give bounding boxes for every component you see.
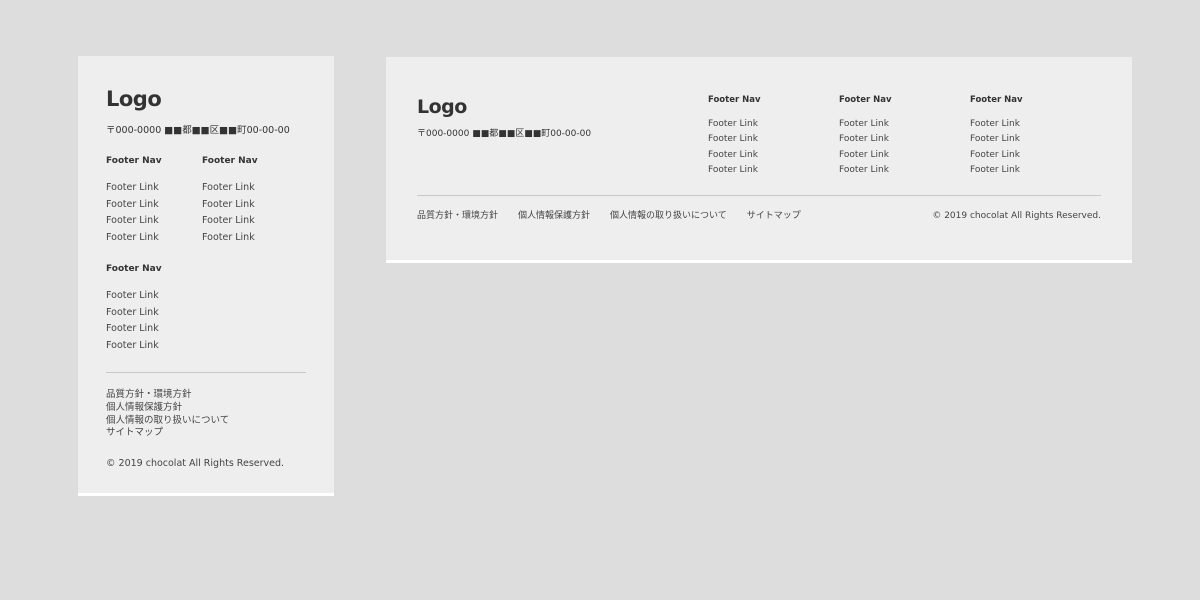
policy-link-sitemap[interactable]: サイトマップ	[747, 210, 801, 222]
footer-logo[interactable]: Logo	[417, 95, 591, 119]
footer-link[interactable]: Footer Link	[106, 180, 202, 197]
footer-link[interactable]: Footer Link	[839, 132, 959, 147]
footer-link[interactable]: Footer Link	[970, 132, 1090, 147]
footer-link[interactable]: Footer Link	[202, 230, 298, 247]
footer-nav-title: Footer Nav	[202, 156, 258, 166]
footer-link[interactable]: Footer Link	[202, 197, 298, 214]
footer-link[interactable]: Footer Link	[970, 163, 1090, 178]
footer-nav-title: Footer Nav	[106, 156, 162, 166]
footer-nav-title: Footer Nav	[708, 95, 761, 105]
footer-nav-row: Footer Nav Footer Link Footer Link Foote…	[106, 154, 306, 246]
policy-link-personal-info[interactable]: 個人情報の取り扱いについて	[610, 210, 727, 222]
footer-bottom: 品質方針・環境方針 個人情報保護方針 個人情報の取り扱いについて サイトマップ …	[417, 196, 1101, 236]
footer-policy-links: 品質方針・環境方針 個人情報保護方針 個人情報の取り扱いについて サイトマップ	[417, 210, 821, 222]
footer-policy-links: 品質方針・環境方針 個人情報保護方針 個人情報の取り扱いについて サイトマップ	[106, 389, 306, 440]
footer-link[interactable]: Footer Link	[106, 230, 202, 247]
footer-nav-row: Footer Nav Footer Link Footer Link Foote…	[106, 262, 306, 354]
policy-link-quality[interactable]: 品質方針・環境方針	[106, 389, 306, 402]
footer-link[interactable]: Footer Link	[202, 213, 298, 230]
footer-link[interactable]: Footer Link	[106, 338, 202, 355]
footer-link[interactable]: Footer Link	[970, 148, 1090, 163]
footer-address: 〒000-0000 ■■都■■区■■町00-00-00	[417, 129, 592, 139]
footer-logo[interactable]: Logo	[106, 86, 306, 112]
footer-nav-column-3: Footer Nav Footer Link Footer Link Foote…	[106, 262, 202, 354]
footer-address: 〒000-0000 ■■都■■区■■町00-00-00	[106, 125, 290, 136]
policy-link-privacy[interactable]: 個人情報保護方針	[106, 402, 306, 415]
footer-link[interactable]: Footer Link	[708, 148, 828, 163]
footer-link[interactable]: Footer Link	[970, 117, 1090, 132]
footer-nav-column-3: Footer Nav Footer Link Footer Link Foote…	[970, 94, 1090, 178]
footer-link[interactable]: Footer Link	[708, 117, 828, 132]
footer-link[interactable]: Footer Link	[106, 288, 202, 305]
footer-nav-title: Footer Nav	[106, 264, 162, 274]
footer-copyright: © 2019 chocolat All Rights Reserved.	[932, 211, 1101, 221]
footer-nav-column-2: Footer Nav Footer Link Footer Link Foote…	[839, 94, 959, 178]
policy-link-privacy[interactable]: 個人情報保護方針	[518, 210, 590, 222]
mobile-footer: Logo 〒000-0000 ■■都■■区■■町00-00-00 Footer …	[78, 56, 334, 496]
footer-nav-title: Footer Nav	[839, 95, 892, 105]
footer-link[interactable]: Footer Link	[708, 163, 828, 178]
footer-nav-column-1: Footer Nav Footer Link Footer Link Foote…	[708, 94, 828, 178]
footer-link[interactable]: Footer Link	[106, 305, 202, 322]
footer-link[interactable]: Footer Link	[106, 197, 202, 214]
footer-link[interactable]: Footer Link	[202, 180, 298, 197]
policy-link-personal-info[interactable]: 個人情報の取り扱いについて	[106, 415, 306, 428]
policy-link-sitemap[interactable]: サイトマップ	[106, 427, 306, 440]
footer-copyright: © 2019 chocolat All Rights Reserved.	[106, 458, 285, 470]
footer-brand: Logo 〒000-0000 ■■都■■区■■町00-00-00	[417, 95, 591, 141]
desktop-footer: Logo 〒000-0000 ■■都■■区■■町00-00-00 Footer …	[386, 57, 1132, 263]
footer-link[interactable]: Footer Link	[106, 321, 202, 338]
footer-divider	[106, 372, 306, 373]
footer-top: Logo 〒000-0000 ■■都■■区■■町00-00-00 Footer …	[417, 57, 1101, 195]
policy-link-quality[interactable]: 品質方針・環境方針	[417, 210, 498, 222]
footer-link[interactable]: Footer Link	[839, 117, 959, 132]
footer-link[interactable]: Footer Link	[839, 148, 959, 163]
footer-nav-column-2: Footer Nav Footer Link Footer Link Foote…	[202, 154, 298, 246]
footer-link[interactable]: Footer Link	[708, 132, 828, 147]
footer-link[interactable]: Footer Link	[839, 163, 959, 178]
footer-nav-title: Footer Nav	[970, 95, 1023, 105]
footer-nav-column-1: Footer Nav Footer Link Footer Link Foote…	[106, 154, 202, 246]
footer-link[interactable]: Footer Link	[106, 213, 202, 230]
